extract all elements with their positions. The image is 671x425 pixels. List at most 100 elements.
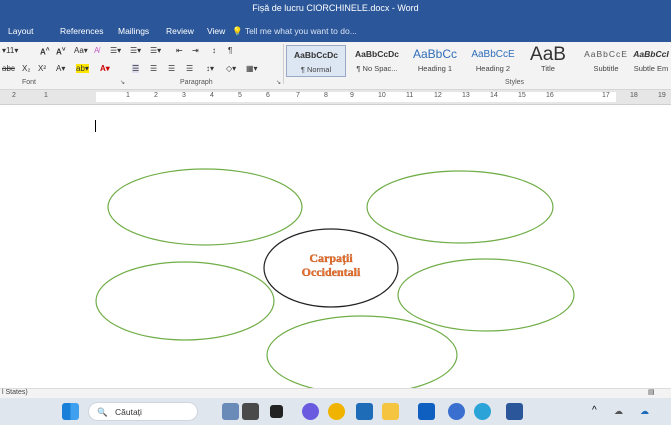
ruler-number: 15 (518, 92, 526, 99)
cloud-icon[interactable]: ☁ (614, 406, 623, 417)
horizontal-ruler[interactable]: 2 1 1 2 3 4 5 6 7 8 9 10 11 12 13 14 15 … (0, 90, 671, 105)
change-case-icon[interactable]: Aa▾ (74, 46, 88, 55)
style-name: Title (541, 64, 555, 73)
ruler-number: 13 (462, 92, 470, 99)
tell-me-box[interactable]: 💡 Tell me what you want to do... (232, 26, 357, 37)
justify-icon[interactable]: ☰ (186, 64, 193, 73)
strikethrough-icon[interactable]: abc (2, 64, 15, 73)
style-name: Subtitle (593, 64, 619, 73)
superscript-icon[interactable]: X² (38, 64, 46, 73)
grow-font-icon[interactable]: A˄ (40, 46, 50, 57)
style-name: Heading 2 (475, 64, 511, 73)
style-name: ¶ No Spac... (356, 64, 398, 73)
tab-review[interactable]: Review (166, 26, 194, 36)
align-right-icon[interactable]: ☰ (168, 64, 175, 73)
windows-start-icon[interactable] (62, 403, 79, 420)
mail-icon[interactable] (418, 403, 435, 420)
style-heading-2[interactable]: AaBbCcE Heading 2 (463, 45, 523, 77)
style-subtle-emphasis[interactable]: AaBbCcI Subtle Em (631, 45, 671, 77)
shading-icon[interactable]: ◇▾ (226, 64, 236, 73)
cluster-oval[interactable] (107, 168, 303, 246)
clear-format-icon[interactable]: A̸ (94, 46, 99, 55)
taskbar-search[interactable]: 🔍 Căutați (88, 402, 198, 421)
bullets-icon[interactable]: ☰▾ (110, 46, 121, 55)
cluster-oval[interactable] (266, 315, 458, 393)
widgets-icon[interactable] (222, 403, 239, 420)
ruler-number: 16 (546, 92, 554, 99)
increase-indent-icon[interactable]: ⇥ (192, 46, 199, 55)
align-center-icon[interactable]: ☰ (150, 64, 157, 73)
ribbon-divider (283, 44, 284, 84)
read-mode-icon[interactable]: ▤ (648, 388, 655, 396)
camera-app-icon[interactable] (242, 403, 259, 420)
ruler-number: 4 (210, 92, 214, 99)
font-size-box[interactable]: ▾11▾ (2, 46, 18, 55)
style-no-spacing[interactable]: AaBbCcDc ¶ No Spac... (347, 45, 407, 77)
font-color-icon[interactable]: A▾ (100, 64, 110, 73)
styles-gallery: AaBbCcDc ¶ Normal AaBbCcDc ¶ No Spac... … (286, 45, 671, 77)
ribbon-tabs: Layout References Mailings Review View 💡… (0, 20, 671, 42)
file-explorer-icon[interactable] (382, 403, 399, 420)
pilcrow-icon[interactable]: ¶ (228, 46, 232, 55)
align-left-icon[interactable]: ☰ (132, 64, 140, 73)
multilevel-icon[interactable]: ☰▾ (150, 46, 161, 55)
title-bar: Fișă de lucru CIORCHINELE.docx - Word (0, 0, 671, 20)
style-title[interactable]: AaB Title (518, 45, 578, 77)
style-subtitle[interactable]: AaBbCcE Subtitle (576, 45, 636, 77)
style-normal[interactable]: AaBbCcDc ¶ Normal (286, 45, 346, 77)
ruler-number: 2 (12, 92, 16, 99)
search-placeholder: Căutați (115, 407, 142, 417)
tell-me-text: Tell me what you want to do... (244, 26, 357, 36)
teams-chat-icon[interactable] (302, 403, 319, 420)
paragraph-dialog-launcher-icon[interactable]: ↘ (276, 79, 281, 86)
ruler-number: 1 (126, 92, 130, 99)
taskbar: 🔍 Căutați ^ ☁ ☁ (0, 398, 671, 425)
numbering-icon[interactable]: ☰▾ (130, 46, 141, 55)
ruler-number: 6 (266, 92, 270, 99)
chrome-icon[interactable] (328, 403, 345, 420)
cluster-oval[interactable] (366, 170, 554, 244)
tab-references[interactable]: References (60, 26, 103, 36)
ruler-number: 18 (630, 92, 638, 99)
font-size-value: 11 (6, 46, 15, 55)
borders-icon[interactable]: ▦▾ (246, 64, 258, 73)
chevron-up-icon[interactable]: ^ (592, 405, 597, 416)
tab-view[interactable]: View (207, 26, 225, 36)
text-effects-icon[interactable]: A▾ (56, 64, 65, 73)
style-name: Subtle Em (633, 64, 669, 73)
tab-layout[interactable]: Layout (8, 26, 34, 36)
ruler-number: 1 (44, 92, 48, 99)
document-title: Fișă de lucru CIORCHINELE.docx - Word (252, 3, 419, 13)
ruler-number: 14 (490, 92, 498, 99)
cluster-diagram: Carpații Occidentali (95, 168, 575, 393)
document-page[interactable]: Carpații Occidentali (0, 105, 671, 393)
decrease-indent-icon[interactable]: ⇤ (176, 46, 183, 55)
ruler-text-area (96, 92, 616, 102)
ruler-number: 9 (350, 92, 354, 99)
style-preview: AaB (530, 45, 566, 64)
style-preview: AaBbCcE (471, 49, 515, 60)
sort-icon[interactable]: ↕ (212, 46, 216, 55)
language-status[interactable]: l States) (2, 389, 28, 396)
ruler-number: 19 (658, 92, 666, 99)
ruler-number: 10 (378, 92, 386, 99)
media-player-icon[interactable] (448, 403, 465, 420)
center-text-line1: Carpații (309, 251, 353, 266)
line-spacing-icon[interactable]: ↕▾ (206, 64, 214, 73)
edge-icon[interactable] (474, 403, 491, 420)
ruler-number: 7 (296, 92, 300, 99)
subscript-icon[interactable]: X₂ (22, 64, 30, 73)
font-dialog-launcher-icon[interactable]: ↘ (120, 79, 125, 86)
store-icon[interactable] (356, 403, 373, 420)
highlight-icon[interactable]: ab▾ (76, 64, 89, 73)
onedrive-icon[interactable]: ☁ (640, 406, 649, 417)
shrink-font-icon[interactable]: A˅ (56, 46, 66, 57)
task-view-icon[interactable] (270, 405, 283, 418)
lightbulb-icon: 💡 (232, 26, 243, 36)
tab-mailings[interactable]: Mailings (118, 26, 149, 36)
word-icon[interactable] (506, 403, 523, 420)
cluster-oval[interactable] (95, 261, 275, 341)
style-heading-1[interactable]: AaBbCc Heading 1 (405, 45, 465, 77)
cluster-oval[interactable] (397, 258, 575, 332)
center-text-line2: Occidentali (302, 265, 361, 279)
